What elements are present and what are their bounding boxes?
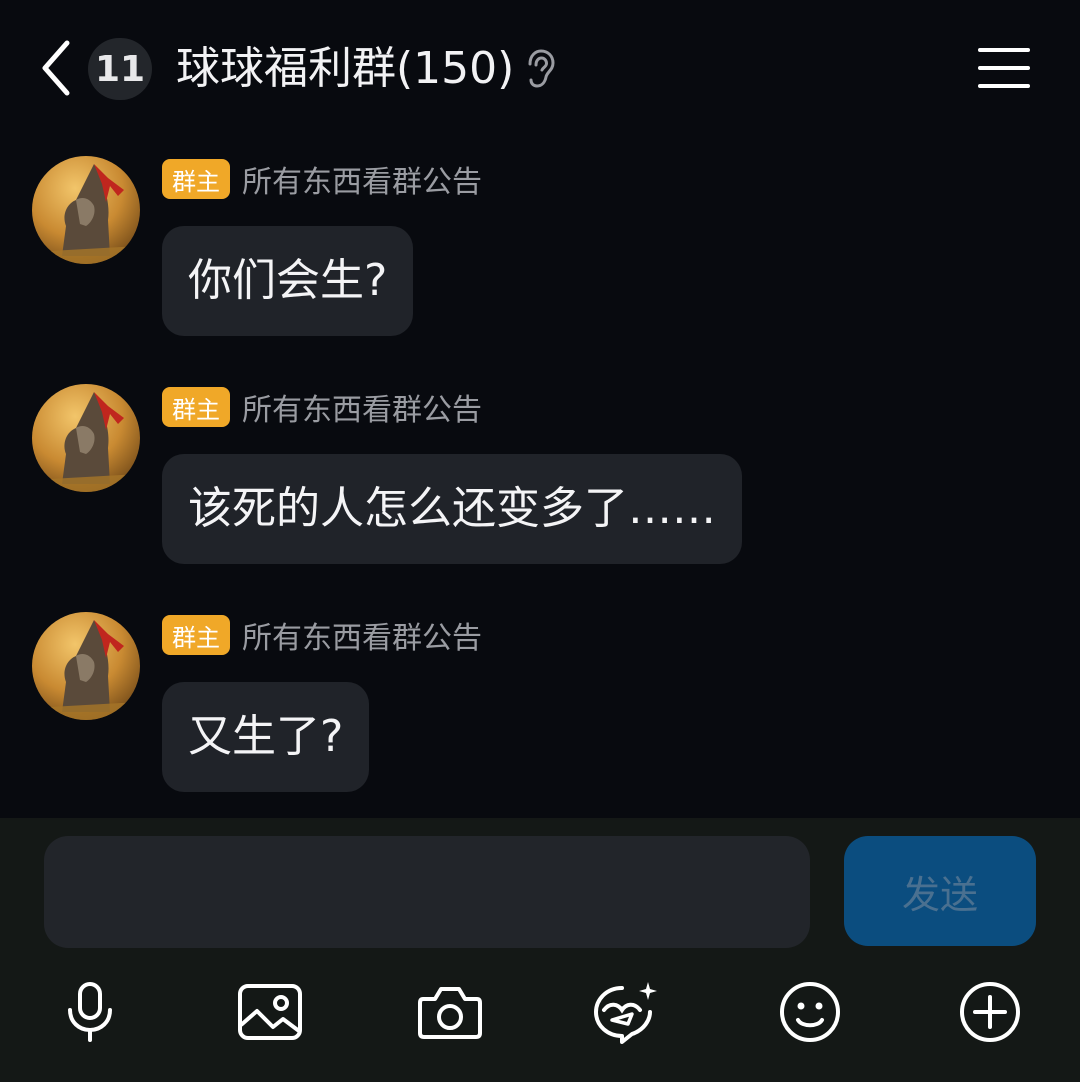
emoji-icon [780, 982, 840, 1042]
avatar[interactable] [32, 156, 140, 264]
back-button[interactable] [30, 36, 82, 100]
message-item: 群主 所有东西看群公告 该死的人怎么还变多了…… [0, 384, 1080, 604]
owner-badge: 群主 [162, 159, 230, 199]
sender-name[interactable]: 所有东西看群公告 [242, 157, 482, 201]
image-icon [238, 984, 302, 1040]
wolf-avatar-image [32, 156, 140, 264]
emoji-button[interactable] [776, 978, 844, 1046]
message-item: 群主 所有东西看群公告 又生了? [0, 612, 1080, 832]
message-bubble[interactable]: 又生了? [162, 682, 370, 792]
ear-icon[interactable] [522, 48, 558, 90]
message-input[interactable] [44, 836, 810, 948]
message-meta: 群主 所有东西看群公告 [162, 158, 482, 200]
menu-icon[interactable] [976, 44, 1032, 92]
chevron-left-icon [42, 40, 70, 96]
composer-area: 发送 [0, 818, 1080, 1082]
wolf-avatar-image [32, 612, 140, 720]
sticker-button[interactable] [592, 978, 660, 1046]
send-button[interactable]: 发送 [844, 836, 1036, 946]
camera-button[interactable] [416, 978, 484, 1046]
wolf-avatar-image [32, 384, 140, 492]
chat-title[interactable]: 球球福利群(150) [176, 38, 514, 100]
avatar[interactable] [32, 384, 140, 492]
plus-icon [960, 982, 1020, 1042]
owner-badge: 群主 [162, 387, 230, 427]
chat-header: 11 球球福利群(150) [0, 0, 1080, 136]
message-meta: 群主 所有东西看群公告 [162, 614, 482, 656]
message-meta: 群主 所有东西看群公告 [162, 386, 482, 428]
sender-name[interactable]: 所有东西看群公告 [242, 385, 482, 429]
camera-icon [418, 987, 482, 1039]
message-item: 群主 所有东西看群公告 你们会生? [0, 156, 1080, 376]
mic-button[interactable] [56, 978, 124, 1046]
sticker-icon [594, 982, 657, 1044]
image-button[interactable] [236, 978, 304, 1046]
owner-badge: 群主 [162, 615, 230, 655]
more-button[interactable] [956, 978, 1024, 1046]
message-bubble[interactable]: 你们会生? [162, 226, 414, 336]
avatar[interactable] [32, 612, 140, 720]
unread-count-badge[interactable]: 11 [88, 38, 152, 100]
sender-name[interactable]: 所有东西看群公告 [242, 613, 482, 657]
mic-icon [68, 982, 112, 1042]
message-bubble[interactable]: 该死的人怎么还变多了…… [162, 454, 742, 564]
